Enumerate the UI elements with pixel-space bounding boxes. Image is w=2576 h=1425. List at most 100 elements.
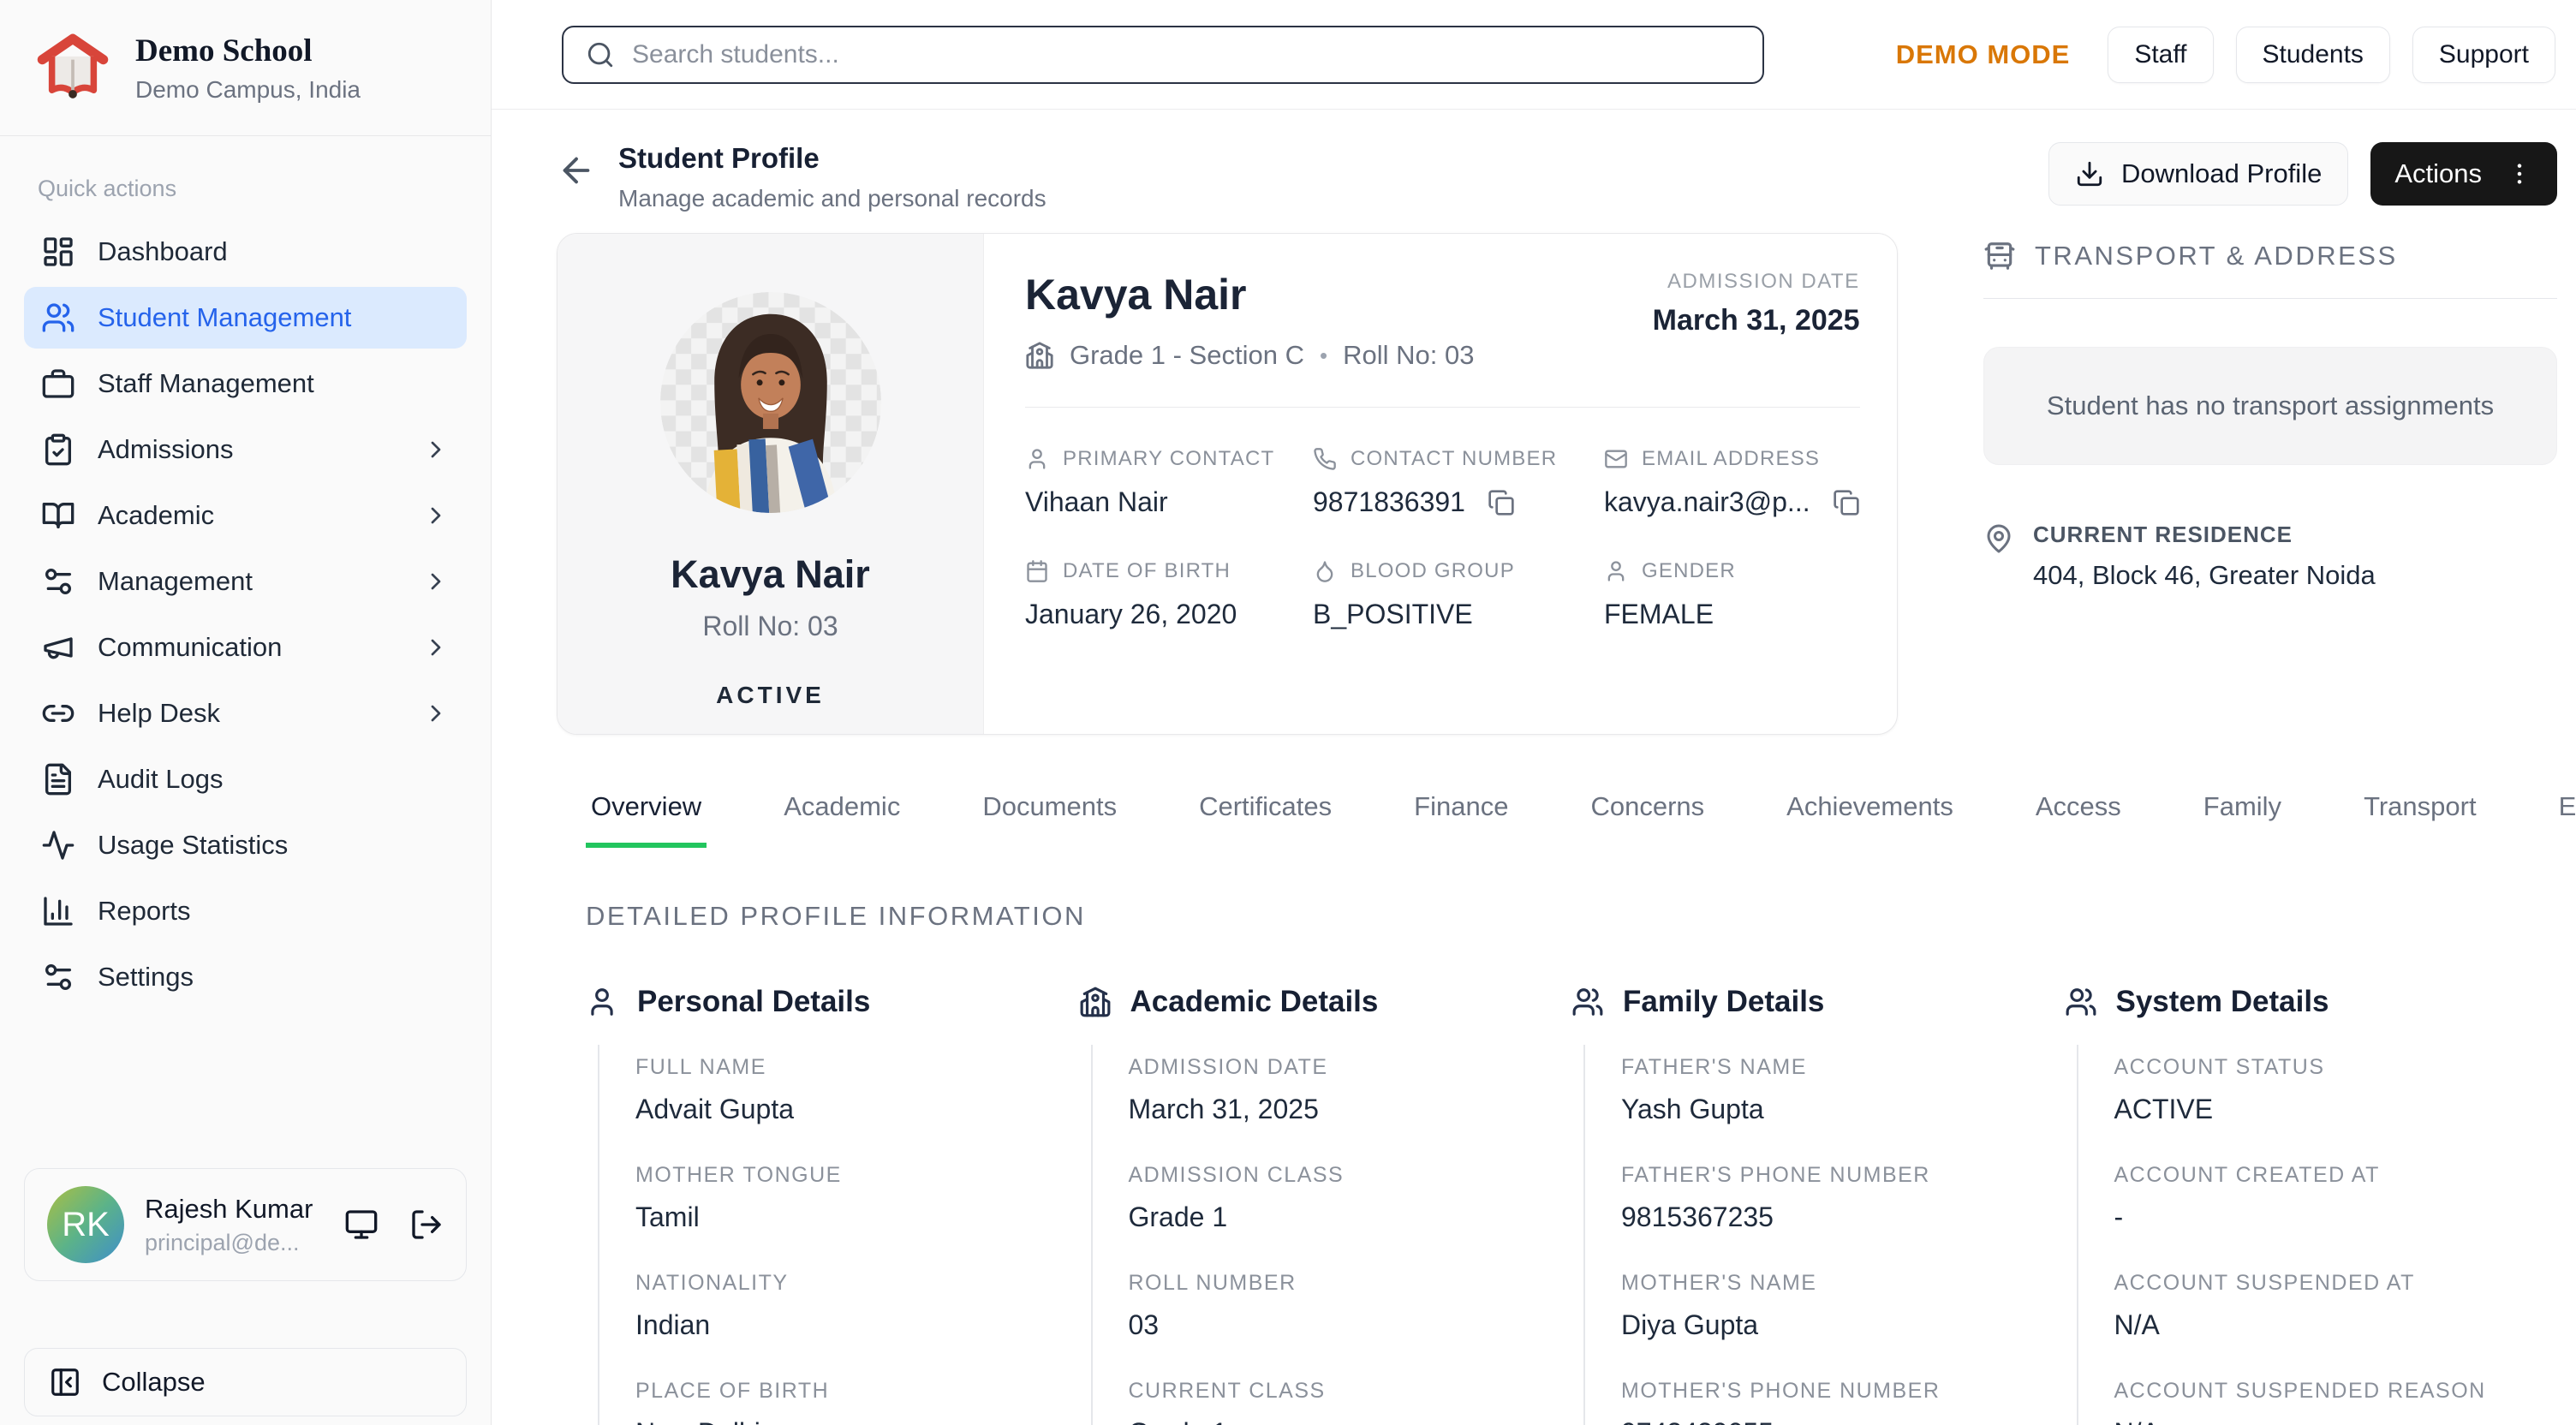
sidebar-item-staff-management[interactable]: Staff Management	[24, 353, 467, 414]
details-column-system-details: System DetailsACCOUNT STATUSACTIVEACCOUN…	[2065, 985, 2558, 1425]
field-value: N/A	[2114, 1309, 2558, 1341]
field-value: Indian	[635, 1309, 1079, 1341]
main-area: DEMO MODE StaffStudentsSupport Student P…	[492, 0, 2576, 1425]
contact-value: January 26, 2020	[1025, 599, 1313, 630]
tab-documents[interactable]: Documents	[977, 784, 1122, 848]
field-value: -	[2114, 1201, 2558, 1233]
chevron-right-icon	[422, 568, 450, 595]
details-column-header: Family Details	[1571, 985, 2065, 1019]
field-value: Yash Gupta	[1621, 1094, 2065, 1125]
user-icon	[1025, 447, 1049, 471]
user-icon	[1604, 559, 1628, 583]
sidebar-item-audit-logs[interactable]: Audit Logs	[24, 748, 467, 810]
residence-text: CURRENT RESIDENCE 404, Block 46, Greater…	[2033, 522, 2376, 591]
file-text-icon	[41, 762, 75, 796]
download-profile-button[interactable]: Download Profile	[2048, 142, 2348, 206]
student-photo	[660, 292, 881, 513]
tab-access[interactable]: Access	[2030, 784, 2126, 848]
sidebar-item-settings[interactable]: Settings	[24, 946, 467, 1008]
admission-date-value: March 31, 2025	[1653, 304, 1860, 337]
monitor-button[interactable]	[344, 1207, 379, 1242]
link-icon	[41, 696, 75, 730]
logout-button[interactable]	[409, 1207, 444, 1242]
tab-concerns[interactable]: Concerns	[1585, 784, 1709, 848]
student-meta: Grade 1 - Section C • Roll No: 03	[1025, 340, 1474, 371]
topbar: DEMO MODE StaffStudentsSupport	[492, 0, 2576, 110]
sidebar-item-academic[interactable]: Academic	[24, 485, 467, 546]
collapse-button[interactable]: Collapse	[24, 1348, 467, 1416]
contact-field-primary-contact: PRIMARY CONTACTVihaan Nair	[1025, 447, 1313, 518]
field-label: CURRENT CLASS	[1129, 1379, 1572, 1404]
residence-value: 404, Block 46, Greater Noida	[2033, 560, 2376, 591]
info-top-row: Kavya Nair Grade 1 - Section C • Roll No…	[1025, 270, 1860, 371]
user-actions	[344, 1207, 444, 1242]
user-card[interactable]: RK Rajesh Kumar principal@de...	[24, 1168, 467, 1281]
chevron-right-icon	[422, 634, 450, 661]
bar-chart-icon	[41, 894, 75, 928]
sidebar-item-label: Admissions	[98, 434, 234, 465]
field-value: Advait Gupta	[635, 1094, 1079, 1125]
sidebar-item-admissions[interactable]: Admissions	[24, 419, 467, 480]
contact-field-contact-number: CONTACT NUMBER9871836391	[1313, 447, 1604, 518]
school-logo-icon	[34, 29, 111, 106]
user-text: Rajesh Kumar principal@de...	[145, 1194, 313, 1256]
log-out-icon	[409, 1207, 444, 1242]
topbar-staff-button[interactable]: Staff	[2108, 27, 2213, 83]
sidebar-item-dashboard[interactable]: Dashboard	[24, 221, 467, 283]
sidebar-item-label: Help Desk	[98, 698, 220, 729]
tab-edit[interactable]: Edit	[2554, 784, 2576, 848]
sidebar-item-label: Audit Logs	[98, 764, 224, 795]
field-value: March 31, 2025	[1129, 1094, 1572, 1125]
page-title: Student Profile	[618, 142, 1046, 175]
sidebar-item-label: Settings	[98, 962, 194, 993]
field-label: MOTHER'S PHONE NUMBER	[1621, 1379, 2065, 1404]
tab-finance[interactable]: Finance	[1409, 784, 1513, 848]
user-icon	[586, 986, 618, 1018]
transport-panel: TRANSPORT & ADDRESS Student has no trans…	[1983, 233, 2557, 735]
copy-button[interactable]	[1833, 489, 1860, 516]
tab-transport[interactable]: Transport	[2358, 784, 2482, 848]
page-subtitle: Manage academic and personal records	[618, 185, 1046, 212]
topbar-students-button[interactable]: Students	[2236, 27, 2390, 83]
tab-achievements[interactable]: Achievements	[1781, 784, 1959, 848]
sidebar-item-help-desk[interactable]: Help Desk	[24, 683, 467, 744]
residence-label: CURRENT RESIDENCE	[2033, 522, 2376, 548]
page-header: Student Profile Manage academic and pers…	[557, 142, 2557, 212]
actions-button[interactable]: Actions	[2370, 142, 2557, 206]
topbar-support-button[interactable]: Support	[2412, 27, 2555, 83]
tab-academic[interactable]: Academic	[778, 784, 905, 848]
content: Student Profile Manage academic and pers…	[492, 110, 2576, 1425]
users-icon	[1571, 986, 1604, 1018]
field-label: PLACE OF BIRTH	[635, 1379, 1079, 1404]
users-icon	[2065, 986, 2097, 1018]
tab-overview[interactable]: Overview	[586, 784, 707, 848]
avatar: RK	[47, 1186, 124, 1263]
profile-tabs: Overview Academic Documents Certificates Fin…	[557, 784, 2557, 848]
contact-grid: PRIMARY CONTACTVihaan NairCONTACT NUMBER…	[1025, 447, 1860, 630]
contact-field-date-of-birth: DATE OF BIRTHJanuary 26, 2020	[1025, 559, 1313, 630]
search-input[interactable]	[632, 40, 1740, 69]
monitor-icon	[344, 1207, 379, 1242]
book-open-icon	[41, 498, 75, 533]
sidebar-item-communication[interactable]: Communication	[24, 617, 467, 678]
tab-certificates[interactable]: Certificates	[1194, 784, 1337, 848]
details-fields: FULL NAMEAdvait GuptaMOTHER TONGUETamilN…	[598, 1045, 1079, 1425]
back-button[interactable]	[557, 151, 596, 190]
sidebar-item-label: Staff Management	[98, 368, 314, 399]
quick-actions-label: Quick actions	[0, 136, 491, 221]
copy-button[interactable]	[1488, 489, 1515, 516]
school-logo-block[interactable]: Demo School Demo Campus, India	[0, 0, 491, 135]
contact-label: GENDER	[1604, 559, 1860, 583]
contact-field-gender: GENDERFEMALE	[1604, 559, 1860, 630]
arrow-left-icon	[557, 151, 596, 190]
tab-family[interactable]: Family	[2198, 784, 2287, 848]
details-column-personal-details: Personal Details FULL NAMEAdvait GuptaMOT…	[586, 985, 1079, 1425]
sidebar-item-usage-statistics[interactable]: Usage Statistics	[24, 814, 467, 876]
sidebar-item-management[interactable]: Management	[24, 551, 467, 612]
roll-number: Roll No: 03	[1343, 340, 1474, 371]
search-icon	[586, 40, 615, 69]
photo-panel: Kavya Nair Roll No: 03 ACTIVE	[558, 234, 984, 734]
details-column-header: Personal Details	[586, 985, 1079, 1019]
sidebar-item-student-management[interactable]: Student Management	[24, 287, 467, 349]
sidebar-item-reports[interactable]: Reports	[24, 880, 467, 942]
